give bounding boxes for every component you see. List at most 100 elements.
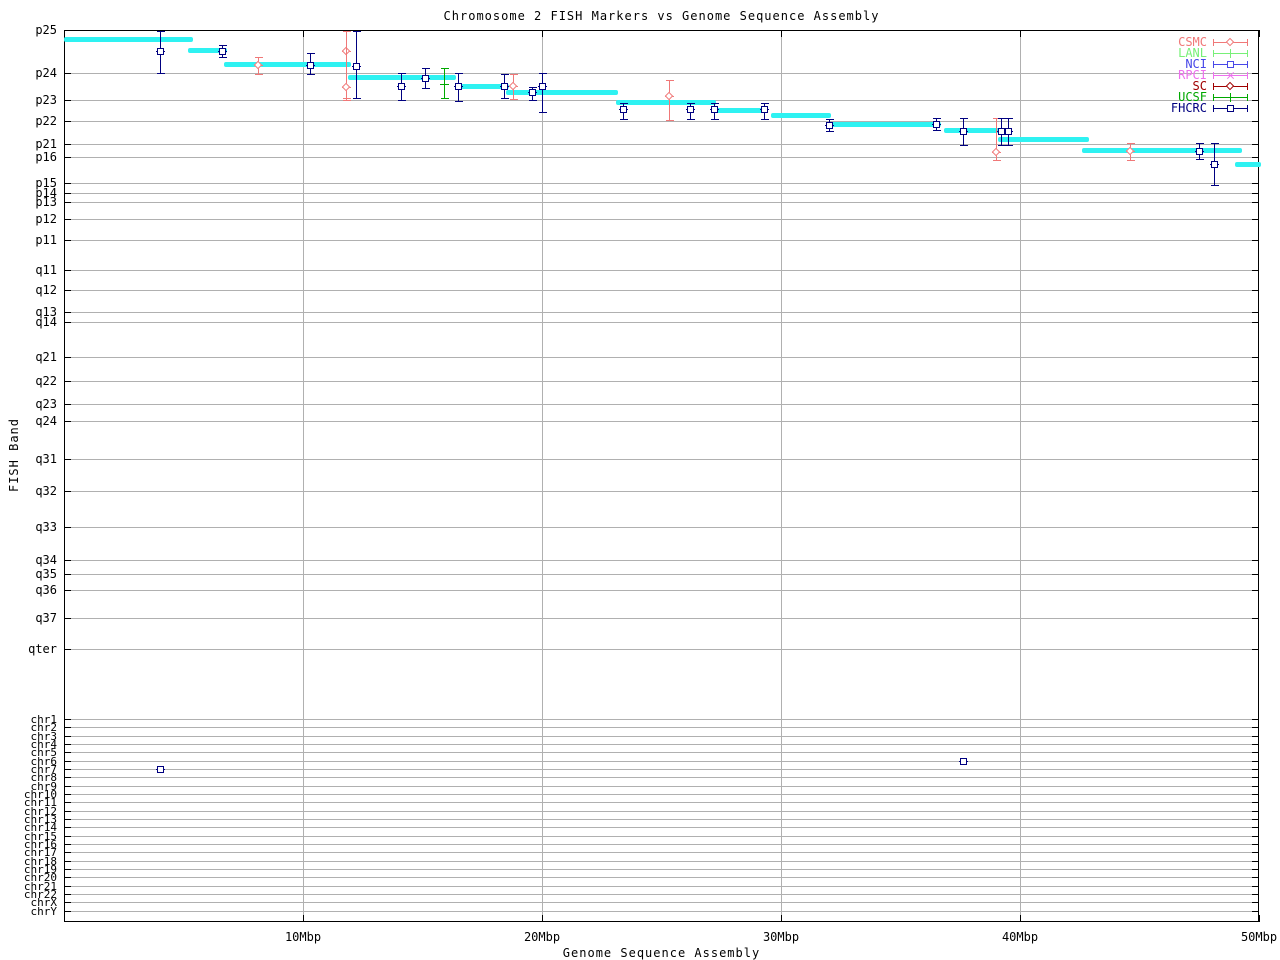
y-tick-q22 — [64, 381, 71, 382]
y-tick-right-chr2 — [1252, 727, 1259, 728]
x-tick-30Mbp — [781, 915, 782, 922]
legend-sample-cap-l — [1213, 105, 1214, 112]
point-csmc-yerr-cap-bot — [343, 100, 351, 101]
y-tick-chr19 — [64, 869, 71, 870]
point-fhcrc-marker-square — [1196, 148, 1203, 155]
point-fhcrc-marker-square — [960, 758, 967, 765]
point-csmc-yerr-cap-bot — [666, 120, 674, 121]
point-fhcrc-yerr-cap-bot — [761, 119, 769, 120]
point-fhcrc-marker-square — [501, 83, 508, 90]
y-tick-p12 — [64, 219, 71, 220]
point-fhcrc-yerr-cap-top — [422, 68, 430, 69]
y-tick-right-q21 — [1252, 357, 1259, 358]
point-csmc-yerr-cap-bot — [993, 160, 1001, 161]
y-tick-chr16 — [64, 844, 71, 845]
assembly-segment — [998, 137, 1089, 142]
point-fhcrc-marker-square — [761, 106, 768, 113]
point-csmc-yerr-cap-top — [666, 80, 674, 81]
assembly-segment — [1235, 162, 1261, 167]
legend-fhcrc-marker-square — [1227, 105, 1234, 112]
y-tick-label-q33: q33 — [0, 521, 57, 533]
point-fhcrc-yerr-cap-top — [620, 103, 628, 104]
y-tick-right-p23 — [1252, 100, 1259, 101]
y-tick-label-p21: p21 — [0, 138, 57, 150]
point-fhcrc-yerr-cap-top — [539, 73, 547, 74]
point-ucsf-marker-plus-v — [444, 80, 445, 89]
y-tick-q32 — [64, 491, 71, 492]
point-fhcrc-yerr-cap-bot — [711, 119, 719, 120]
y-tick-chrY — [64, 911, 71, 912]
y-tick-right-chr9 — [1252, 786, 1259, 787]
point-fhcrc-yerr-cap-top — [826, 119, 834, 120]
x-tick-top-30Mbp — [781, 30, 782, 37]
y-tick-right-qter — [1252, 649, 1259, 650]
point-csmc-yerr-cap-bot — [255, 74, 263, 75]
y-tick-right-chr21 — [1252, 886, 1259, 887]
x-tick-label-40Mbp: 40Mbp — [980, 931, 1060, 943]
x-tick-label-50Mbp: 50Mbp — [1219, 931, 1280, 943]
y-tick-right-p13 — [1252, 202, 1259, 203]
point-fhcrc-marker-square — [687, 106, 694, 113]
legend-sample-cap-r — [1247, 39, 1248, 46]
legend-sample-cap-r — [1247, 94, 1248, 101]
plot-border — [64, 30, 1259, 922]
y-tick-q11 — [64, 270, 71, 271]
y-tick-chr10 — [64, 794, 71, 795]
legend-sample-cap-l — [1213, 61, 1214, 68]
y-tick-p13 — [64, 202, 71, 203]
y-tick-right-q32 — [1252, 491, 1259, 492]
x-tick-label-20Mbp: 20Mbp — [502, 931, 582, 943]
y-tick-right-q37 — [1252, 618, 1259, 619]
point-csmc-yerr-cap-top — [343, 31, 351, 32]
point-fhcrc-marker-square — [422, 75, 429, 82]
y-tick-chr18 — [64, 861, 71, 862]
assembly-segment — [616, 100, 716, 105]
point-fhcrc-marker-square — [398, 83, 405, 90]
y-tick-p15 — [64, 183, 71, 184]
point-fhcrc-yerr-cap-top — [933, 118, 941, 119]
point-csmc-yerr-cap-bot — [1127, 160, 1135, 161]
y-tick-q13 — [64, 312, 71, 313]
point-fhcrc-marker-square — [455, 83, 462, 90]
point-fhcrc-yerr-cap-top — [761, 103, 769, 104]
y-tick-label-qter: qter — [0, 643, 57, 655]
y-tick-right-p25 — [1252, 30, 1259, 31]
legend-sample-cap-r — [1247, 61, 1248, 68]
y-tick-right-q31 — [1252, 459, 1259, 460]
point-fhcrc-yerr-cap-bot — [501, 98, 509, 99]
x-tick-10Mbp — [303, 915, 304, 922]
y-tick-right-chr16 — [1252, 844, 1259, 845]
y-tick-q33 — [64, 527, 71, 528]
point-fhcrc-yerr-cap-top — [1005, 118, 1013, 119]
x-tick-20Mbp — [542, 915, 543, 922]
y-tick-p23 — [64, 100, 71, 101]
point-fhcrc-yerr-cap-top — [353, 31, 361, 32]
y-tick-right-chr6 — [1252, 761, 1259, 762]
point-fhcrc-yerr-cap-top — [455, 73, 463, 74]
y-tick-right-chr18 — [1252, 861, 1259, 862]
fish-marker-chart: Chromosome 2 FISH Markers vs Genome Sequ… — [0, 0, 1280, 960]
y-tick-chr13 — [64, 819, 71, 820]
y-tick-right-p14 — [1252, 193, 1259, 194]
y-tick-q12 — [64, 290, 71, 291]
y-tick-chr22 — [64, 894, 71, 895]
y-tick-right-q34 — [1252, 560, 1259, 561]
legend-sample-cap-l — [1213, 83, 1214, 90]
point-fhcrc-yerr-cap-bot — [398, 100, 406, 101]
point-fhcrc-yerr-cap-bot — [539, 112, 547, 113]
y-tick-label-p24: p24 — [0, 67, 57, 79]
y-tick-chr20 — [64, 877, 71, 878]
legend-nci-marker-square — [1227, 61, 1234, 68]
assembly-segment — [224, 62, 351, 67]
point-fhcrc-yerr-cap-bot — [687, 119, 695, 120]
y-tick-right-chr19 — [1252, 869, 1259, 870]
point-fhcrc-marker-square — [826, 122, 833, 129]
y-tick-p24 — [64, 73, 71, 74]
y-tick-q24 — [64, 421, 71, 422]
point-fhcrc-yerr-cap-top — [711, 103, 719, 104]
y-tick-right-chr20 — [1252, 877, 1259, 878]
y-tick-label-q23: q23 — [0, 398, 57, 410]
point-fhcrc-yerr-cap-top — [219, 45, 227, 46]
y-tick-right-chr22 — [1252, 894, 1259, 895]
y-tick-chr15 — [64, 836, 71, 837]
